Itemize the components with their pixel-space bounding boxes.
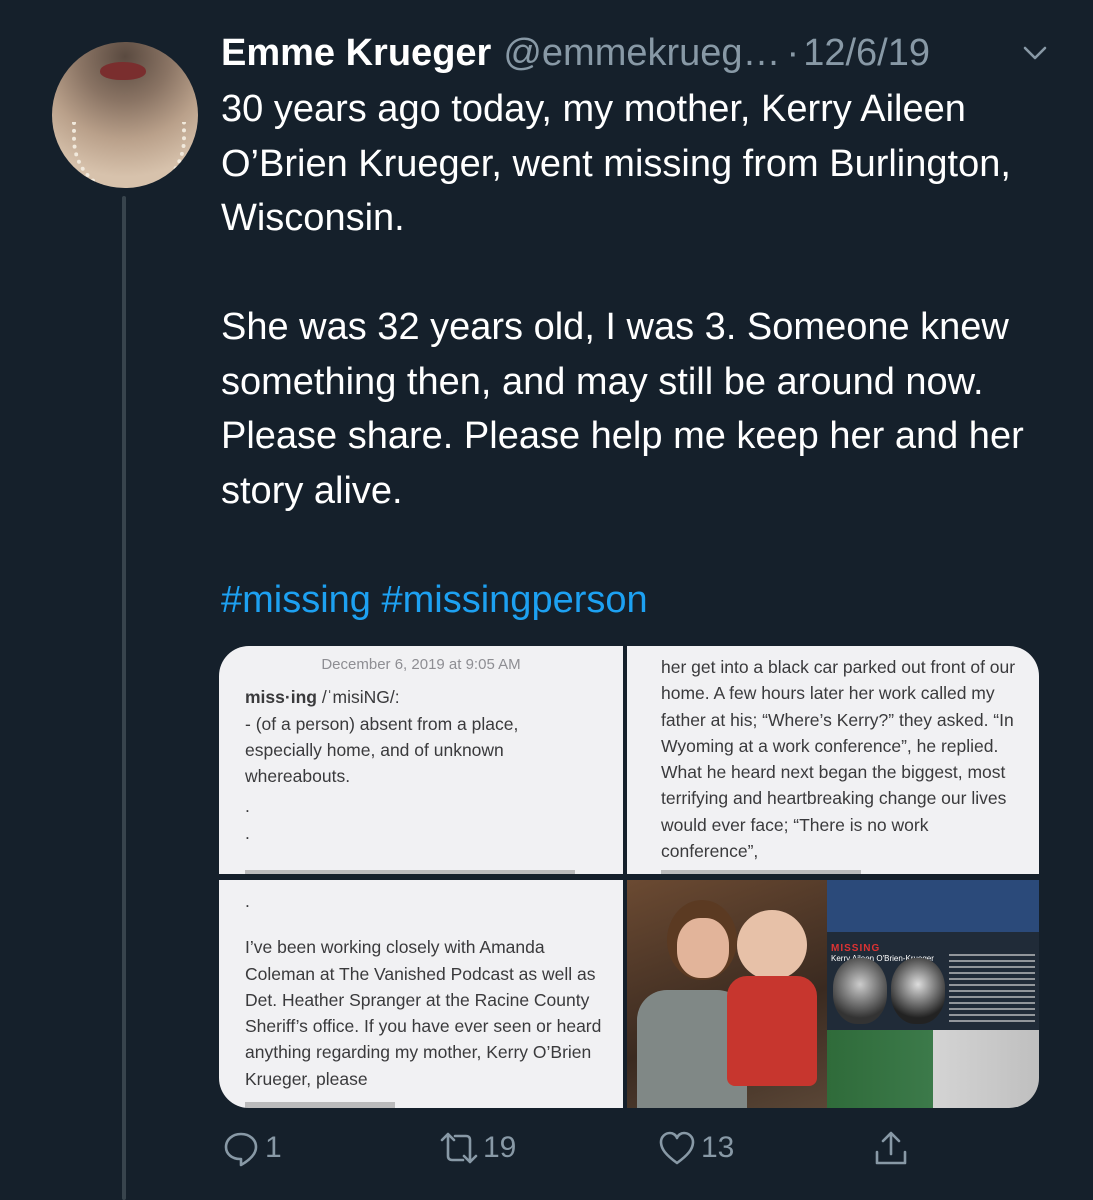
- avatar-pearls: [72, 122, 186, 188]
- missing-poster: MISSING Kerry Aileen O'Brien-Krueger: [827, 880, 1039, 1108]
- dictionary-definition: - (of a person) absent from a place, esp…: [245, 713, 519, 787]
- media-image-4[interactable]: MISSING Kerry Aileen O'Brien-Krueger: [627, 880, 1039, 1108]
- share-button[interactable]: [871, 1128, 911, 1168]
- note-date: December 6, 2019 at 9:05 AM: [321, 656, 521, 673]
- retweet-count: 19: [483, 1131, 517, 1164]
- avatar[interactable]: [52, 42, 198, 188]
- cut-off-text: [245, 870, 575, 874]
- reply-count: 1: [265, 1131, 282, 1164]
- cut-off-text: [661, 870, 861, 874]
- chevron-down-icon[interactable]: [1020, 38, 1050, 68]
- reply-button[interactable]: 1: [221, 1128, 282, 1168]
- tweet-text: 30 years ago today, my mother, Kerry Ail…: [221, 82, 1051, 627]
- author-name[interactable]: Emme Krueger: [221, 32, 491, 75]
- like-count: 13: [701, 1131, 735, 1164]
- retweet-icon: [440, 1132, 478, 1164]
- note-dot: .: [245, 822, 250, 843]
- tweet-date[interactable]: 12/6/19: [803, 32, 930, 75]
- thread-line: [122, 196, 126, 1200]
- hashtag-links[interactable]: #missing #missingperson: [221, 573, 1051, 628]
- reply-icon: [224, 1132, 258, 1167]
- media-image-1[interactable]: December 6, 2019 at 9:05 AM miss·ing /ˈm…: [219, 646, 623, 874]
- media-grid: December 6, 2019 at 9:05 AM miss·ing /ˈm…: [219, 646, 1039, 1108]
- note-text: her get into a black car parked out fron…: [661, 657, 1016, 862]
- tweet-paragraph-2: She was 32 years old, I was 3. Someone k…: [221, 306, 1024, 512]
- tweet-paragraph-1: 30 years ago today, my mother, Kerry Ail…: [221, 88, 1011, 239]
- share-icon: [875, 1131, 907, 1165]
- avatar-lips: [100, 62, 146, 80]
- separator: ·: [786, 31, 800, 74]
- cut-off-text: [245, 1102, 395, 1108]
- note-text: I’ve been working closely with Amanda Co…: [245, 937, 602, 1089]
- like-icon: [659, 1131, 695, 1165]
- tweet-actions: 1 19 13: [221, 1128, 1051, 1184]
- note-dot: .: [245, 891, 250, 911]
- dictionary-headword: miss·ing /ˈmisiNG/:: [245, 687, 400, 708]
- family-photo: [627, 880, 827, 1108]
- note-dot: .: [245, 796, 250, 817]
- like-button[interactable]: 13: [657, 1128, 734, 1168]
- retweet-button[interactable]: 19: [439, 1128, 516, 1168]
- media-image-3[interactable]: . I’ve been working closely with Amanda …: [219, 880, 623, 1108]
- media-image-2[interactable]: her get into a black car parked out fron…: [627, 646, 1039, 874]
- tweet-header: Emme Krueger @emmekrueg… · 12/6/19: [221, 28, 930, 78]
- author-handle[interactable]: @emmekrueg…: [503, 32, 780, 75]
